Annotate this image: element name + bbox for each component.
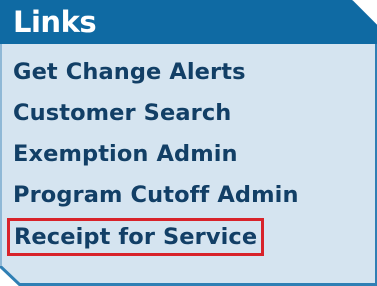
links-panel-title: Links bbox=[13, 5, 97, 39]
link-exemption-admin[interactable]: Exemption Admin bbox=[13, 140, 238, 168]
link-get-change-alerts[interactable]: Get Change Alerts bbox=[13, 58, 246, 86]
links-panel-header: Links bbox=[0, 0, 377, 44]
link-receipt-for-service[interactable]: Receipt for Service bbox=[6, 218, 265, 256]
link-customer-search[interactable]: Customer Search bbox=[13, 99, 231, 127]
link-program-cutoff-admin[interactable]: Program Cutoff Admin bbox=[13, 181, 299, 209]
